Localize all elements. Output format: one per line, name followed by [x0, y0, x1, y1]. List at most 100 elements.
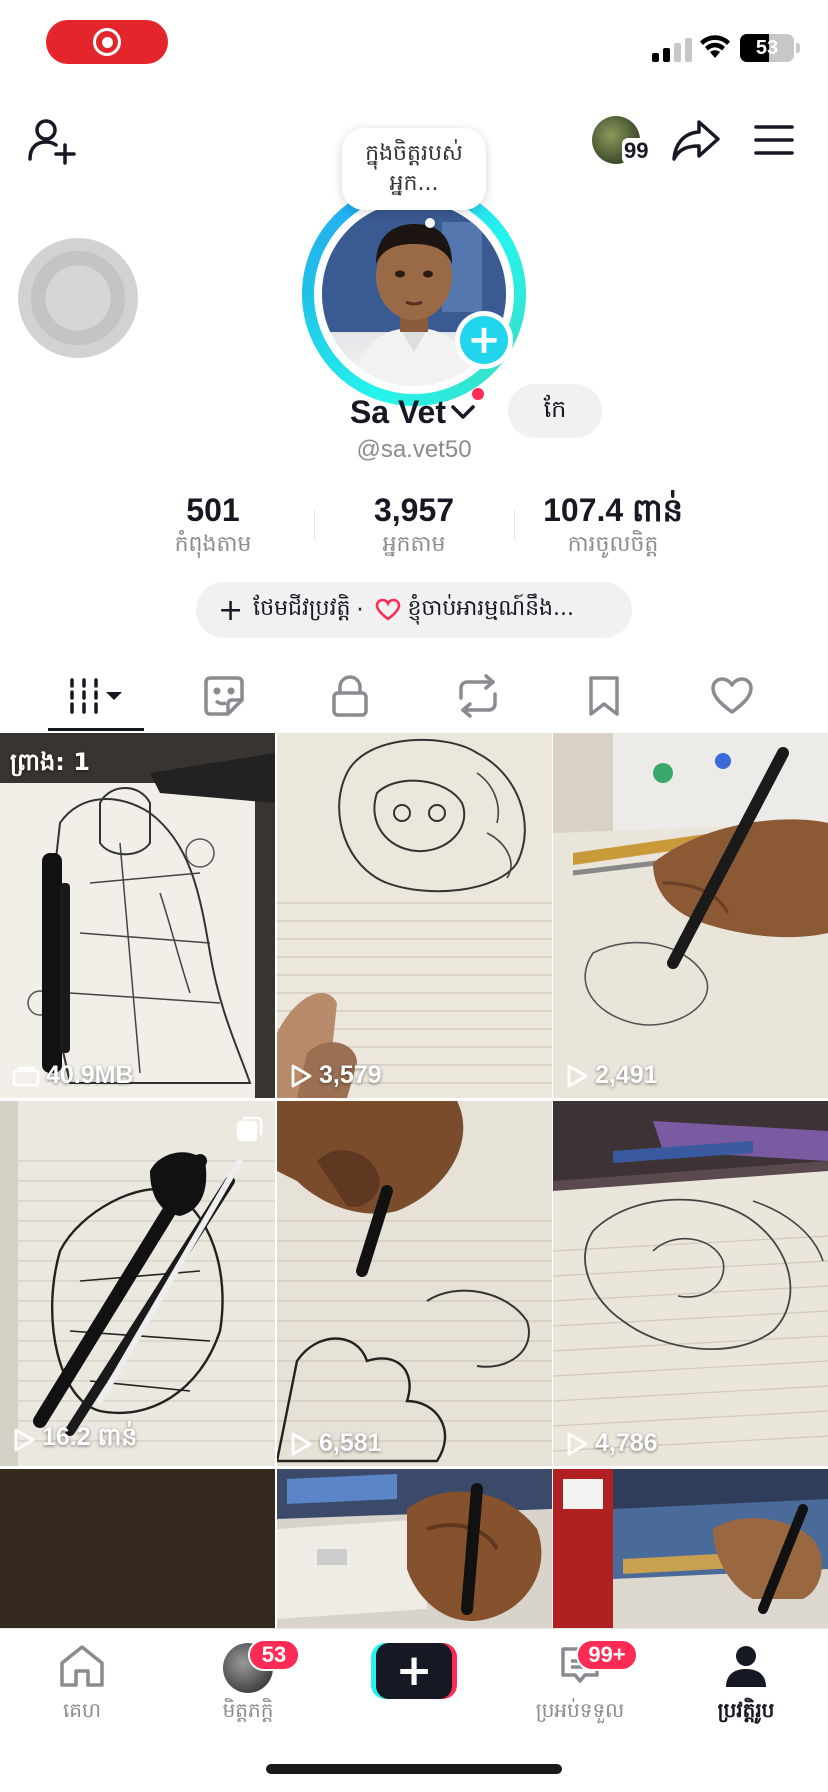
view-count: 16.2 ពាន់ [42, 1423, 138, 1451]
battery-icon: 53 [740, 34, 794, 62]
grid-icon [70, 678, 122, 714]
multi-clip-icon [236, 1116, 263, 1142]
stat-likes[interactable]: 107.4 ពាន់ ការចូលចិត្ត [513, 490, 713, 560]
hamburger-menu-icon [754, 125, 794, 155]
stat-label: ការចូលចិត្ត [567, 532, 659, 557]
video-tile[interactable] [0, 1469, 275, 1628]
tab-videos[interactable] [48, 664, 144, 728]
heart-icon [711, 677, 753, 714]
tab-liked[interactable] [684, 664, 780, 728]
bookmark-icon [589, 676, 619, 716]
profile-handle: @sa.vet50 [356, 436, 472, 463]
floating-assistive-touch[interactable] [18, 238, 138, 358]
share-profile-button[interactable] [668, 114, 724, 166]
view-count: 4,786 [595, 1429, 658, 1457]
nav-home[interactable]: គេហ [22, 1643, 142, 1727]
video-views: 2,491 [565, 1061, 658, 1090]
play-icon [291, 1064, 312, 1087]
bio-text: ខ្ញុំចាប់អារម្មណ៍នឹង... [407, 596, 575, 621]
video-views: 3,579 [289, 1061, 382, 1090]
battery-tip [796, 43, 800, 53]
stat-value: 501 [186, 492, 240, 528]
chevron-down-icon[interactable] [450, 402, 476, 422]
play-icon [291, 1432, 312, 1455]
tab-saved[interactable] [556, 664, 652, 728]
plus-icon: + [218, 592, 244, 628]
play-icon [14, 1428, 35, 1452]
nav-profile[interactable]: ប្រវត្តិរូប [686, 1643, 806, 1727]
stat-followers[interactable]: 3,957 អ្នកតាម [314, 490, 514, 560]
video-tile[interactable]: 6,581 [277, 1101, 552, 1466]
draft-count-label: ព្រាង: 1 [10, 748, 90, 776]
plus-icon: + [460, 316, 508, 364]
view-count: 6,581 [319, 1429, 382, 1457]
tab-private[interactable] [302, 664, 398, 728]
add-user-icon [28, 119, 76, 165]
video-tile[interactable]: 2,491 [553, 733, 828, 1098]
profile-icon [726, 1646, 766, 1687]
notification-dot [472, 388, 484, 400]
active-tab-indicator [48, 728, 144, 731]
profile-name[interactable]: Sa Vet [350, 388, 446, 436]
heart-outline-icon [375, 598, 401, 622]
stat-label: អ្នកតាម [382, 532, 446, 557]
plus-icon: + [376, 1643, 452, 1699]
note-bubble[interactable]: ក្នុងចិត្តរបស់អ្នក... [342, 128, 486, 210]
draft-size: 40.9MB [46, 1061, 134, 1089]
nav-label: មិត្តភក្តិ [222, 1698, 274, 1722]
share-icon [672, 120, 720, 161]
bio-separator: · [356, 597, 364, 623]
video-tile[interactable]: 3,579 [277, 733, 552, 1098]
stat-following[interactable]: 501 កំពុងតាម [113, 490, 313, 560]
profile-stats: 501 កំពុងតាម 3,957 អ្នកតាម 107.4 ពាន់ កា… [0, 490, 828, 560]
video-tile[interactable]: 4,786 [553, 1101, 828, 1466]
battery-level: 53 [755, 36, 779, 59]
video-views: 40.9MB [12, 1061, 134, 1090]
profile-name-row: Sa Vet [0, 388, 828, 436]
add-bio-button[interactable]: + ថែមជីវប្រវត្តិ · ខ្ញុំចាប់អារម្មណ៍នឹង.… [196, 582, 632, 638]
nav-label: ប្រវត្តិរូប [717, 1698, 775, 1722]
edit-profile-button[interactable]: កែ [508, 384, 602, 438]
story-avatar-count: 99 [622, 138, 651, 164]
friends-badge: 53 [248, 1639, 300, 1671]
play-icon [567, 1064, 588, 1087]
menu-button[interactable] [752, 118, 796, 162]
profile-tabs [0, 664, 828, 732]
add-bio-label: ថែមជីវប្រវត្តិ [253, 596, 351, 621]
video-views: 4,786 [565, 1429, 658, 1458]
screen-recording-indicator[interactable] [46, 20, 168, 64]
add-friend-button[interactable] [26, 114, 78, 166]
video-grid: ព្រាង: 1 40.9MB 3,579 2,491 16.2 ពាន់ 6,… [0, 733, 828, 1628]
wifi-icon [700, 35, 730, 58]
repost-icon [459, 674, 497, 718]
nav-label: ប្រអប់ទទួល [535, 1698, 625, 1722]
video-views: 6,581 [289, 1429, 382, 1458]
video-tile[interactable] [277, 1469, 552, 1628]
view-count: 3,579 [319, 1061, 382, 1089]
stat-value: 3,957 [373, 492, 455, 528]
status-bar: 53 [0, 0, 828, 90]
nav-label: គេហ [62, 1698, 102, 1722]
drafts-folder-icon [12, 1066, 40, 1086]
view-count: 2,491 [595, 1061, 658, 1089]
home-icon [60, 1645, 104, 1687]
video-views: 16.2 ពាន់ [12, 1422, 137, 1458]
stat-label: កំពុងតាម [174, 532, 252, 557]
add-story-button[interactable]: + [455, 311, 513, 369]
inbox-badge: 99+ [576, 1639, 638, 1671]
cellular-signal-icon [652, 36, 692, 62]
sticker-icon [204, 676, 244, 716]
create-button[interactable]: + [371, 1643, 457, 1699]
draft-video-tile[interactable]: ព្រាង: 1 40.9MB [0, 733, 275, 1098]
video-tile[interactable] [553, 1469, 828, 1628]
video-tile[interactable]: 16.2 ពាន់ [0, 1101, 275, 1466]
note-bubble-dot [425, 218, 435, 228]
stat-value: 107.4 ពាន់ [543, 492, 683, 528]
tab-reposts[interactable] [430, 664, 526, 728]
tab-stickers[interactable] [176, 664, 272, 728]
lock-icon [332, 675, 368, 717]
home-indicator [266, 1764, 562, 1774]
record-icon [93, 28, 121, 56]
profile-avatar-ring[interactable] [302, 182, 526, 406]
play-icon [567, 1432, 588, 1455]
